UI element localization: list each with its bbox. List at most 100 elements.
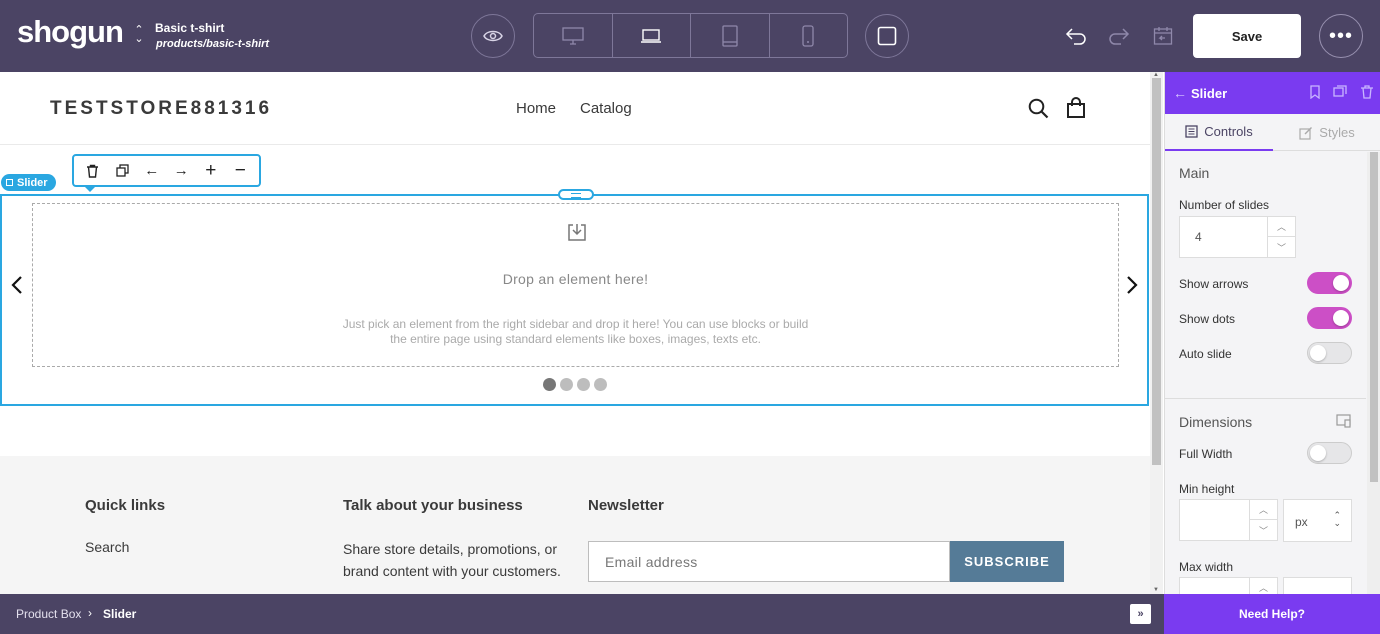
full-width-toggle[interactable] bbox=[1307, 442, 1352, 464]
history-button[interactable] bbox=[1151, 24, 1175, 48]
newsletter-email-input[interactable]: Email address bbox=[588, 541, 950, 582]
chevron-up-icon[interactable]: ︿ bbox=[1268, 217, 1295, 237]
nav-link-home[interactable]: Home bbox=[516, 100, 556, 117]
max-width-unit-select[interactable] bbox=[1283, 577, 1352, 594]
min-height-unit-select[interactable]: px ⌃ ⌄ bbox=[1283, 499, 1352, 542]
duplicate-icon bbox=[116, 164, 129, 177]
top-bar: shogun ⌃ ⌄ Basic t-shirt products/basic-t… bbox=[0, 0, 1380, 72]
minus-icon: − bbox=[234, 159, 246, 181]
resize-handle[interactable] bbox=[558, 189, 594, 200]
need-help-button[interactable]: Need Help? bbox=[1164, 594, 1380, 634]
number-of-slides-stepper[interactable]: 4 ︿ ﹀ bbox=[1179, 216, 1296, 258]
cart-icon[interactable] bbox=[1066, 97, 1086, 119]
drop-title: Drop an element here! bbox=[502, 271, 649, 287]
canvas-scroll-thumb[interactable] bbox=[1152, 78, 1161, 465]
chevron-right-icon bbox=[1127, 276, 1138, 294]
show-dots-label: Show dots bbox=[1179, 312, 1236, 326]
chevron-up-icon[interactable]: ︿ bbox=[1250, 500, 1277, 520]
drop-download-icon bbox=[568, 224, 586, 241]
more-horizontal-icon: ••• bbox=[1328, 24, 1353, 47]
panel-body: Main Number of slides 4 ︿ ﹀ Show arrows … bbox=[1165, 152, 1366, 594]
frame-toggle-button[interactable] bbox=[865, 14, 909, 58]
page-path: products/basic-t-shirt bbox=[156, 38, 270, 50]
save-button[interactable]: Save bbox=[1193, 14, 1301, 58]
slider-dot-1[interactable] bbox=[543, 378, 556, 391]
arrow-right-icon: → bbox=[173, 162, 189, 179]
slider-prev-arrow[interactable] bbox=[11, 274, 23, 302]
breadcrumb-product-box[interactable]: Product Box bbox=[16, 607, 81, 621]
slider-dot-2[interactable] bbox=[560, 378, 573, 391]
drop-zone[interactable]: Drop an element here! Just pick an eleme… bbox=[32, 203, 1119, 367]
properties-panel: ← Slider Controls Styles Main Number of … bbox=[1164, 72, 1380, 594]
arrow-left-icon: ← bbox=[144, 162, 160, 179]
device-tablet-button[interactable] bbox=[691, 14, 770, 57]
panel-scrollbar[interactable] bbox=[1367, 152, 1380, 594]
panel-scroll-thumb[interactable] bbox=[1370, 152, 1378, 482]
back-arrow-icon[interactable]: ← bbox=[1173, 85, 1187, 101]
chevron-up-icon[interactable]: ︿ bbox=[1250, 578, 1277, 594]
canvas-scrollbar[interactable]: ▲ ▼ bbox=[1150, 72, 1163, 594]
bookmark-icon[interactable] bbox=[1308, 85, 1322, 99]
remove-button[interactable]: − bbox=[227, 158, 253, 184]
tab-controls[interactable]: Controls bbox=[1165, 114, 1273, 151]
delete-element-button[interactable] bbox=[80, 158, 106, 184]
show-arrows-toggle[interactable] bbox=[1307, 272, 1352, 294]
add-button[interactable]: + bbox=[198, 158, 224, 184]
preview-button[interactable] bbox=[471, 14, 515, 58]
panel-header: ← Slider bbox=[1165, 72, 1380, 114]
page-title: Basic t-shirt bbox=[155, 21, 225, 35]
duplicate-element-button[interactable] bbox=[109, 158, 135, 184]
subscribe-button[interactable]: SUBSCRIBE bbox=[950, 541, 1064, 582]
bottom-bar: Product Box › Slider » bbox=[0, 594, 1164, 634]
footer-link-search[interactable]: Search bbox=[85, 539, 129, 555]
chevron-down-icon[interactable]: ﹀ bbox=[1268, 237, 1295, 257]
min-height-stepper[interactable]: ︿ ﹀ bbox=[1179, 499, 1278, 541]
auto-slide-toggle[interactable] bbox=[1307, 342, 1352, 364]
copy-icon[interactable] bbox=[1333, 85, 1347, 99]
slider-dot-4[interactable] bbox=[594, 378, 607, 391]
trash-icon[interactable] bbox=[1360, 85, 1374, 99]
slider-element[interactable]: Drop an element here! Just pick an eleme… bbox=[0, 189, 1149, 406]
tab-styles[interactable]: Styles bbox=[1273, 114, 1380, 151]
trash-icon bbox=[87, 164, 99, 178]
move-left-button[interactable]: ← bbox=[139, 158, 165, 184]
expand-button[interactable]: » bbox=[1130, 604, 1151, 624]
up-down-chevron-icon: ⌃ ⌄ bbox=[134, 24, 144, 45]
device-mobile-button[interactable] bbox=[770, 14, 848, 57]
undo-button[interactable] bbox=[1064, 24, 1088, 48]
controls-icon bbox=[1185, 125, 1198, 138]
element-square-icon bbox=[6, 179, 13, 186]
laptop-icon bbox=[641, 28, 662, 43]
breadcrumb-slider[interactable]: Slider bbox=[103, 607, 136, 621]
redo-button[interactable] bbox=[1107, 24, 1131, 48]
scroll-down-arrow[interactable]: ▼ bbox=[1153, 587, 1159, 593]
search-icon[interactable] bbox=[1028, 98, 1049, 119]
drop-desc-line-1: Just pick an element from the right side… bbox=[342, 317, 809, 331]
plus-icon: + bbox=[205, 159, 217, 181]
slider-next-arrow[interactable] bbox=[1126, 274, 1138, 302]
full-width-label: Full Width bbox=[1179, 447, 1233, 461]
auto-slide-label: Auto slide bbox=[1179, 347, 1232, 361]
more-options-button[interactable]: ••• bbox=[1319, 14, 1363, 58]
store-name[interactable]: TESTSTORE881316 bbox=[50, 98, 272, 120]
chevron-left-icon bbox=[11, 276, 22, 294]
drop-description: Just pick an element from the right side… bbox=[33, 317, 1118, 347]
footer-business-text: Share store details, promotions, or bran… bbox=[343, 541, 561, 579]
device-laptop-button[interactable] bbox=[613, 14, 691, 57]
min-height-unit-value: px bbox=[1295, 515, 1308, 529]
chevron-down-icon[interactable]: ﹀ bbox=[1250, 520, 1277, 540]
drop-desc-line-2: the entire page using standard elements … bbox=[390, 332, 761, 346]
up-down-chevron-icon: ⌃ ⌄ bbox=[1333, 510, 1341, 528]
footer-quick-links-title: Quick links bbox=[85, 497, 166, 514]
device-desktop-button[interactable] bbox=[534, 14, 613, 57]
slider-element-tag[interactable]: Slider bbox=[1, 174, 56, 191]
move-right-button[interactable]: → bbox=[168, 158, 194, 184]
show-dots-toggle[interactable] bbox=[1307, 307, 1352, 329]
max-width-stepper[interactable]: ︿ bbox=[1179, 577, 1278, 594]
slider-dot-3[interactable] bbox=[577, 378, 590, 391]
responsive-icon[interactable] bbox=[1336, 414, 1351, 428]
min-height-label: Min height bbox=[1179, 482, 1235, 496]
nav-link-catalog[interactable]: Catalog bbox=[580, 100, 632, 117]
number-of-slides-label: Number of slides bbox=[1179, 198, 1270, 212]
shogun-logo[interactable]: shogun bbox=[17, 14, 124, 50]
